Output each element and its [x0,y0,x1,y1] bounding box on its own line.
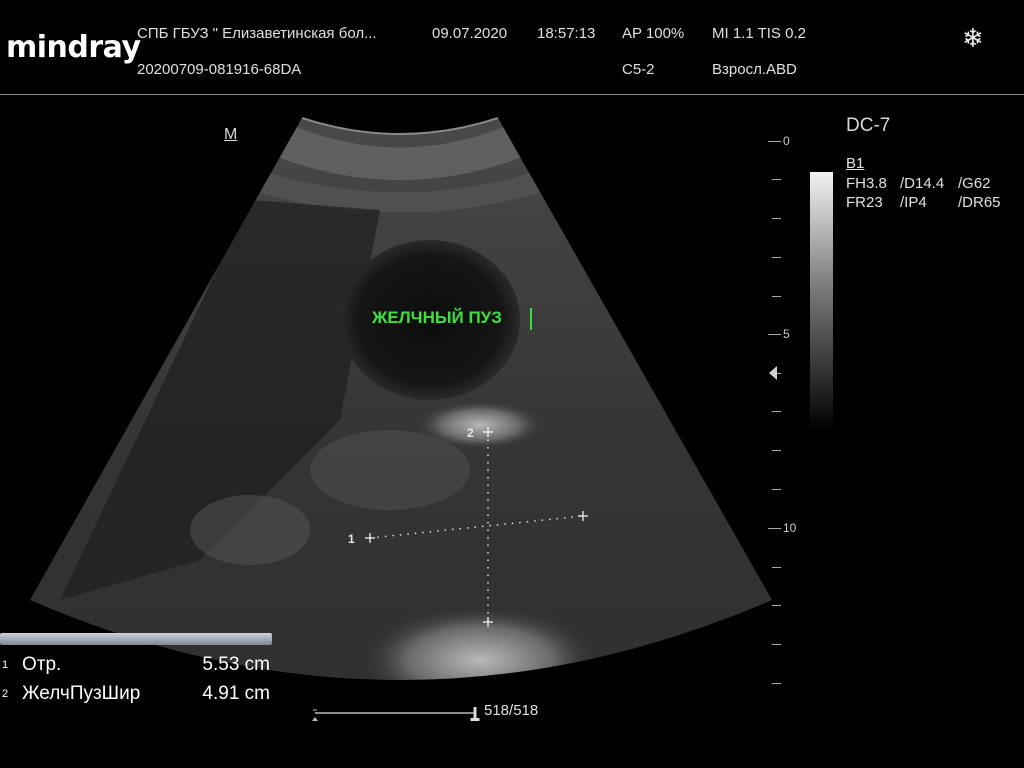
depth-label-5: 5 [783,327,790,341]
depth-scale: 0 5 10 [764,134,804,700]
depth-tick [772,567,781,568]
param-gain: /G62 [958,175,991,192]
depth-tick [772,179,781,180]
orientation-marker: M [224,126,238,143]
brand-logo: mindray [6,30,141,65]
measurement-value: 4.91 cm [202,683,270,704]
depth-tick [768,334,781,335]
imaging-mode: B1 [846,155,865,172]
depth-tick [772,450,781,451]
mi-tis-index: MI 1.1 TIS 0.2 [712,25,806,42]
measurement-results-panel: 1 Отр. 5.53 cm 2 ЖелчПузШир 4.91 cm [0,633,272,709]
institution-name: СПБ ГБУЗ " Елизаветинская бол... [137,25,377,42]
exam-preset: Взросл.ABD [712,61,797,78]
probe-name: C5-2 [622,61,655,78]
depth-tick [768,528,781,529]
param-image-process: /IP4 [900,194,927,211]
measurement-value: 5.53 cm [202,654,270,675]
caliper-label-2: 2 [467,426,474,440]
text-cursor [530,308,532,330]
depth-tick [772,605,781,606]
annotation-text[interactable]: ЖЕЛЧНЫЙ ПУЗ [372,308,502,328]
exam-date: 09.07.2020 [432,25,508,42]
grayscale-bar [810,172,833,430]
depth-tick [772,411,781,412]
param-frame-rate: FR23 [846,194,883,211]
depth-label-0: 0 [783,134,790,148]
depth-tick [768,141,781,142]
measurement-index: 2 [2,688,9,700]
depth-tick [772,644,781,645]
focus-marker-icon[interactable] [769,366,777,380]
acoustic-power: AP 100% [622,25,685,42]
depth-label-10: 10 [783,521,797,535]
measurement-row: 2 ЖелчПузШир 4.91 cm [0,680,272,706]
measurement-name: Отр. [22,654,62,675]
cine-loop-slider[interactable] [312,704,482,722]
preset-name: DC-7 [846,115,891,136]
cine-frame-counter: 518/518 [484,702,539,719]
depth-tick [772,257,781,258]
param-dynamic-range: /DR65 [958,194,1001,211]
exam-id: 20200709-081916-68DA [137,61,302,78]
exam-time: 18:57:13 [537,25,596,42]
measurement-name: ЖелчПузШир [22,683,141,704]
caliper-label-1: 1 [348,532,355,546]
depth-tick [772,218,781,219]
depth-tick [772,489,781,490]
measurement-row: 1 Отр. 5.53 cm [0,651,272,677]
measurement-index: 1 [2,659,9,671]
cine-start-marker [312,717,318,721]
depth-tick [772,296,781,297]
depth-tick [772,683,781,684]
param-depth: /D14.4 [900,175,945,192]
cine-position-marker [470,707,480,721]
param-frequency: FH3.8 [846,175,887,192]
header-bar: mindray СПБ ГБУЗ " Елизаветинская бол...… [0,0,1024,95]
snowflake-icon[interactable]: ❄ [962,23,984,54]
panel-header-bar[interactable] [0,633,272,645]
